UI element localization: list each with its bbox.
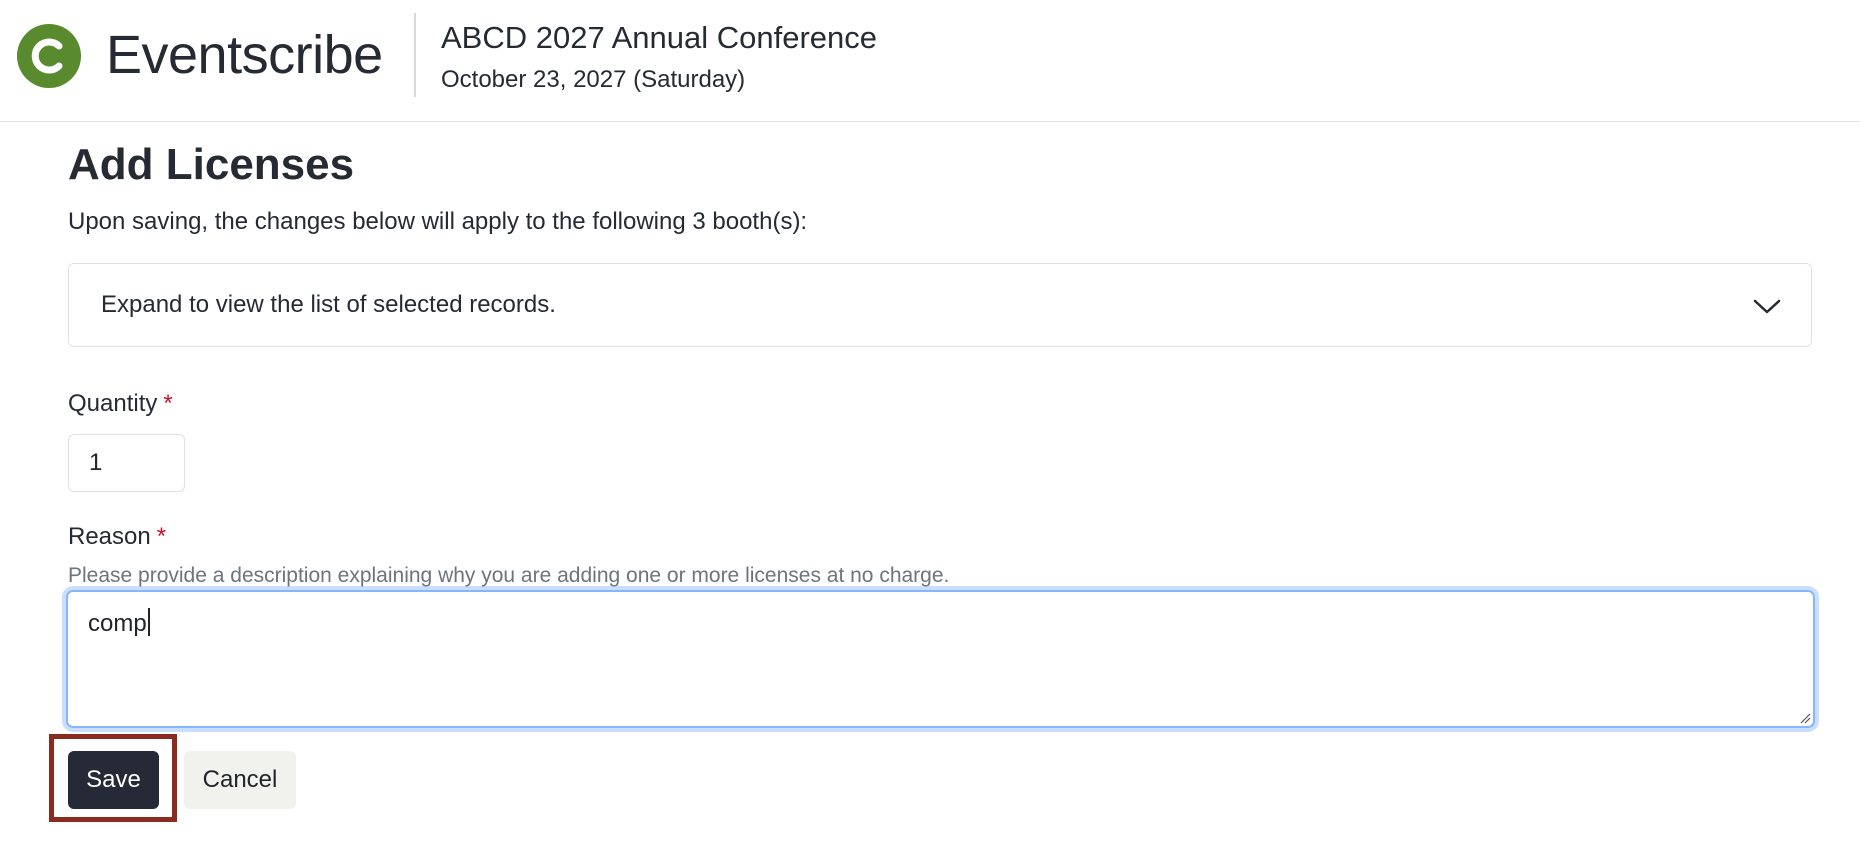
c-logo-icon <box>31 38 63 74</box>
page-title: Add Licenses <box>68 140 355 189</box>
required-marker: * <box>156 523 167 550</box>
selected-records-accordion[interactable]: Expand to view the list of selected reco… <box>68 263 1812 347</box>
resize-grip-icon[interactable] <box>1799 712 1811 724</box>
event-date: October 23, 2027 (Saturday) <box>441 66 746 93</box>
reason-textarea[interactable]: comp <box>66 590 1815 728</box>
intro-text: Upon saving, the changes below will appl… <box>68 208 808 235</box>
cancel-button[interactable]: Cancel <box>184 751 296 809</box>
reason-value: comp <box>88 610 147 637</box>
reason-help-text: Please provide a description explaining … <box>68 564 950 587</box>
accordion-label: Expand to view the list of selected reco… <box>101 291 556 318</box>
event-title: ABCD 2027 Annual Conference <box>441 20 878 55</box>
page-header: Eventscribe ABCD 2027 Annual Conference … <box>0 0 1860 122</box>
quantity-label: Quantity * <box>68 388 173 420</box>
brand-name[interactable]: Eventscribe <box>106 22 383 88</box>
reason-label: Reason * <box>68 521 166 553</box>
quantity-input[interactable] <box>68 434 185 492</box>
save-button[interactable]: Save <box>68 751 159 809</box>
reason-text: comp <box>88 608 150 640</box>
quantity-label-text: Quantity <box>68 390 158 417</box>
required-marker: * <box>163 390 173 417</box>
chevron-down-icon[interactable] <box>1753 292 1781 320</box>
eventscribe-logo-icon[interactable] <box>17 24 81 88</box>
header-divider <box>414 13 416 97</box>
reason-label-text: Reason <box>68 523 151 550</box>
text-caret <box>147 608 150 636</box>
